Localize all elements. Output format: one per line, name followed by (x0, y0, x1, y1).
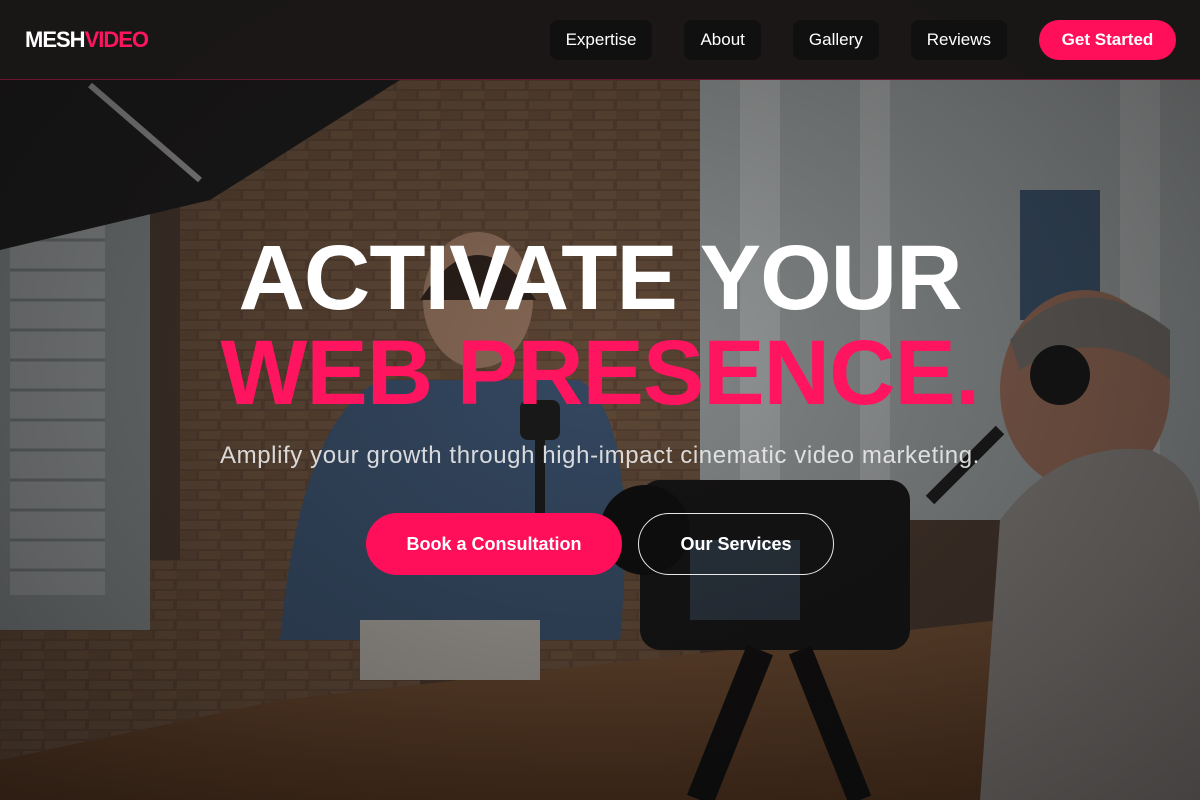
our-services-button[interactable]: Our Services (638, 513, 834, 575)
brand-logo[interactable]: MESH VIDEO (25, 26, 149, 53)
site-header: MESH VIDEO Expertise About Gallery Review… (0, 0, 1200, 80)
hero-subtitle: Amplify your growth through high-impact … (220, 442, 980, 469)
hero-section: ACTIVATE YOUR WEB PRESENCE. Amplify your… (0, 80, 1200, 800)
get-started-button[interactable]: Get Started (1039, 19, 1176, 60)
logo-text-mesh: MESH (25, 26, 86, 52)
hero-headline-line1: ACTIVATE YOUR (238, 227, 962, 329)
main-nav: Expertise About Gallery Reviews Get Star… (549, 19, 1176, 60)
nav-link-expertise[interactable]: Expertise (549, 19, 653, 60)
logo-text-video: VIDEO (84, 26, 149, 52)
nav-link-reviews[interactable]: Reviews (910, 19, 1007, 60)
nav-link-gallery[interactable]: Gallery (792, 19, 879, 60)
book-consultation-button[interactable]: Book a Consultation (366, 513, 622, 575)
nav-link-about[interactable]: About (684, 19, 761, 60)
hero-headline-line2: WEB PRESENCE. (220, 322, 981, 424)
